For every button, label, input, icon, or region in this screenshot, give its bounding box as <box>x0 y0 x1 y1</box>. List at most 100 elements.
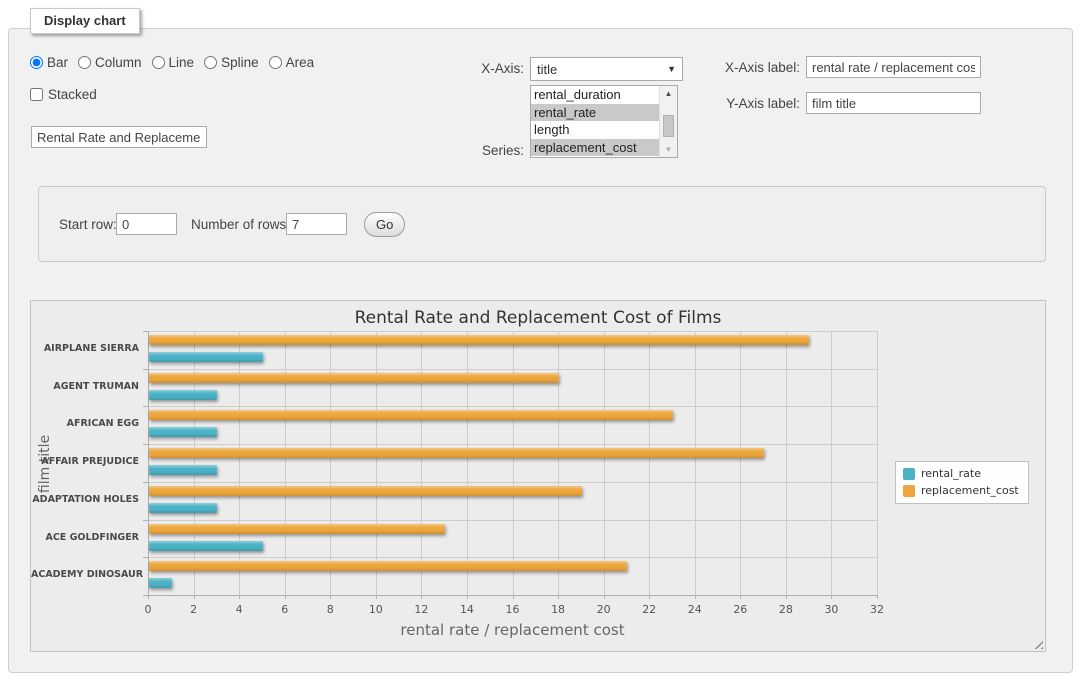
radio-column[interactable] <box>78 56 91 69</box>
x-tick-label: 18 <box>538 603 578 616</box>
x-tick-label: 28 <box>766 603 806 616</box>
bar-replacement_cost[interactable] <box>149 410 673 420</box>
x-tick-label: 20 <box>584 603 624 616</box>
x-axis-selected-value: title <box>537 62 557 77</box>
bar-rental_rate[interactable] <box>149 465 217 475</box>
category-label: AFRICAN EGG <box>31 418 139 429</box>
stacked-checkbox[interactable] <box>30 88 43 101</box>
bar-rental_rate[interactable] <box>149 352 263 362</box>
radio-bar-label[interactable]: Bar <box>47 55 68 70</box>
fieldset-legend: Display chart <box>30 8 140 34</box>
bar-replacement_cost[interactable] <box>149 561 627 571</box>
x-axis-label-input[interactable] <box>806 56 981 78</box>
row-params-panel <box>38 186 1046 262</box>
gridline <box>148 406 877 407</box>
start-row-input[interactable] <box>116 213 177 235</box>
gridline <box>695 331 696 595</box>
radio-spline-label[interactable]: Spline <box>221 55 259 70</box>
series-scrollbar[interactable]: ▲ ▼ <box>659 86 677 157</box>
category-label: ADAPTATION HOLES <box>31 494 139 505</box>
x-tick-label: 6 <box>265 603 305 616</box>
bar-replacement_cost[interactable] <box>149 335 809 345</box>
radio-bar[interactable] <box>30 56 43 69</box>
bar-rental_rate[interactable] <box>149 390 217 400</box>
x-tick-label: 0 <box>128 603 168 616</box>
radio-column-label[interactable]: Column <box>95 55 142 70</box>
x-tick-label: 24 <box>675 603 715 616</box>
gridline <box>239 331 240 595</box>
gridline <box>148 369 877 370</box>
num-rows-label: Number of rows: <box>191 217 290 232</box>
chart-title-input[interactable] <box>31 126 207 148</box>
y-axis-label-input[interactable] <box>806 92 981 114</box>
gridline <box>148 557 877 558</box>
category-label: ACADEMY DINOSAUR <box>31 569 139 580</box>
gridline <box>148 331 877 332</box>
gridline <box>558 331 559 595</box>
radio-line-label[interactable]: Line <box>169 55 195 70</box>
bar-rental_rate[interactable] <box>149 541 263 551</box>
series-option-list: rental_durationrental_ratelengthreplacem… <box>531 86 659 157</box>
x-axis-label-field-label: X-Axis label: <box>725 60 800 75</box>
gridline <box>148 520 877 521</box>
series-option[interactable]: rental_rate <box>531 104 659 122</box>
radio-line[interactable] <box>152 56 165 69</box>
start-row-label: Start row: <box>59 217 117 232</box>
y-axis-label-field-label: Y-Axis label: <box>726 96 800 111</box>
bar-rental_rate[interactable] <box>149 503 217 513</box>
stacked-row: Stacked <box>30 87 97 102</box>
scrollbar-down-icon[interactable]: ▼ <box>660 142 677 157</box>
gridline <box>421 331 422 595</box>
chart-panel: Rental Rate and Replacement Cost of Film… <box>30 300 1046 652</box>
page: Display chart Bar Column Line Spline Are… <box>0 0 1081 681</box>
category-label: AGENT TRUMAN <box>31 381 139 392</box>
bar-replacement_cost[interactable] <box>149 524 445 534</box>
go-button[interactable]: Go <box>364 212 405 237</box>
legend-item[interactable]: replacement_cost <box>903 484 1019 497</box>
legend-swatch <box>903 468 915 480</box>
x-tick-label: 32 <box>857 603 897 616</box>
x-tick-label: 22 <box>629 603 669 616</box>
gridline <box>877 331 878 595</box>
bar-rental_rate[interactable] <box>149 427 217 437</box>
x-tick-label: 2 <box>174 603 214 616</box>
bar-replacement_cost[interactable] <box>149 486 582 496</box>
scrollbar-up-icon[interactable]: ▲ <box>660 86 677 101</box>
gridline <box>285 331 286 595</box>
radio-spline[interactable] <box>204 56 217 69</box>
x-tick-label: 14 <box>447 603 487 616</box>
x-tick-label: 10 <box>356 603 396 616</box>
bar-replacement_cost[interactable] <box>149 373 559 383</box>
gridline <box>194 331 195 595</box>
series-option[interactable]: length <box>531 121 659 139</box>
series-multiselect[interactable]: rental_durationrental_ratelengthreplacem… <box>530 85 678 158</box>
x-tick-label: 16 <box>493 603 533 616</box>
series-option[interactable]: replacement_cost <box>531 139 659 157</box>
x-axis-select[interactable]: title ▼ <box>530 57 683 81</box>
gridline <box>148 482 877 483</box>
radio-area[interactable] <box>269 56 282 69</box>
stacked-label[interactable]: Stacked <box>48 87 97 102</box>
scrollbar-thumb[interactable] <box>663 115 674 137</box>
x-tick-label: 30 <box>811 603 851 616</box>
x-tick-label: 4 <box>219 603 259 616</box>
chart-type-radios: Bar Column Line Spline Area <box>30 55 314 70</box>
x-axis-select-label: X-Axis: <box>481 61 524 76</box>
num-rows-input[interactable] <box>286 213 347 235</box>
legend-label: rental_rate <box>921 467 981 480</box>
bar-rental_rate[interactable] <box>149 578 172 588</box>
category-label: AIRPLANE SIERRA <box>31 343 139 354</box>
chart-title: Rental Rate and Replacement Cost of Film… <box>31 308 1045 328</box>
axis-tick <box>877 595 878 599</box>
legend-item[interactable]: rental_rate <box>903 467 1019 480</box>
legend-label: replacement_cost <box>921 484 1019 497</box>
category-label: ACE GOLDFINGER <box>31 532 139 543</box>
gridline <box>740 331 741 595</box>
gridline <box>604 331 605 595</box>
bar-replacement_cost[interactable] <box>149 448 764 458</box>
gridline <box>831 331 832 595</box>
resize-handle-icon[interactable] <box>1031 637 1043 649</box>
x-tick-label: 8 <box>310 603 350 616</box>
radio-area-label[interactable]: Area <box>286 55 315 70</box>
series-option[interactable]: rental_duration <box>531 86 659 104</box>
